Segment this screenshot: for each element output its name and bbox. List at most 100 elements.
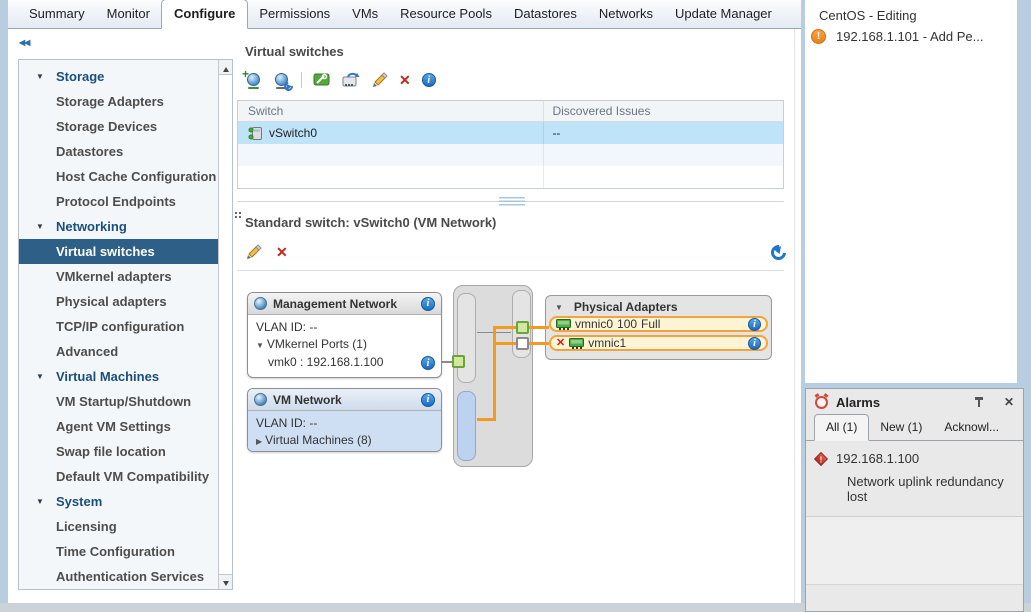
- sidebar-item-host-cache-configuration[interactable]: Host Cache Configuration: [19, 164, 218, 189]
- chevron-down-icon[interactable]: ▼: [256, 341, 264, 350]
- tab-configure[interactable]: Configure: [161, 0, 248, 29]
- sidebar-section-system[interactable]: ▼ System: [19, 489, 218, 514]
- chevron-down-icon: ▼: [36, 364, 44, 389]
- pane-splitter[interactable]: [237, 197, 784, 206]
- sidebar-section-storage[interactable]: ▼ Storage: [19, 64, 218, 89]
- alarm-message: Network uplink redundancy lost: [816, 466, 1013, 504]
- portgroup-title: Management Network: [273, 297, 397, 311]
- sidebar-item-advanced[interactable]: Advanced: [19, 339, 218, 364]
- portgroup-vm-network[interactable]: VM Network i VLAN ID: -- ▶Virtual Machin…: [247, 388, 442, 452]
- vswitch-icon: [248, 126, 263, 141]
- tab-monitor[interactable]: Monitor: [96, 0, 161, 28]
- edit-settings-button[interactable]: [245, 244, 262, 261]
- sidebar-item-agent-vm-settings[interactable]: Agent VM Settings: [19, 414, 218, 439]
- pencil-icon: [245, 244, 262, 261]
- manage-adapters-icon: [313, 72, 331, 88]
- sidebar-item-licensing[interactable]: Licensing: [19, 514, 218, 539]
- info-icon[interactable]: i: [421, 356, 435, 370]
- info-icon[interactable]: i: [421, 393, 435, 407]
- tab-summary[interactable]: Summary: [18, 0, 96, 28]
- sidebar-item-tcpip-configuration[interactable]: TCP/IP configuration: [19, 314, 218, 339]
- alarms-tab-new[interactable]: New (1): [869, 415, 933, 440]
- adapter-vmnic1[interactable]: ✕ vmnic1 i: [549, 335, 768, 351]
- delete-icon: ✕: [399, 73, 411, 87]
- tab-networks[interactable]: Networks: [588, 0, 664, 28]
- chevron-right-icon[interactable]: ▶: [256, 437, 262, 446]
- main-window: Summary Monitor Configure Permissions VM…: [8, 0, 801, 603]
- alarms-tab-all[interactable]: All (1): [814, 414, 869, 441]
- tab-vms[interactable]: VMs: [341, 0, 389, 28]
- sidebar: ▼ Storage Storage Adapters Storage Devic…: [18, 59, 233, 590]
- physical-adapters-box: ▼ Physical Adapters vmnic0 100 Full i ✕: [545, 295, 772, 360]
- trunk-mgmt-segment: [457, 293, 476, 383]
- wip-item-centos-editing[interactable]: CentOS - Editing: [819, 8, 917, 23]
- tab-datastores[interactable]: Datastores: [503, 0, 588, 28]
- manage-physical-adapters-button[interactable]: [313, 72, 331, 88]
- sidebar-section-networking[interactable]: ▼ Networking: [19, 214, 218, 239]
- splitter-grip-icon[interactable]: [499, 197, 525, 206]
- tab-resource-pools[interactable]: Resource Pools: [389, 0, 503, 28]
- remove-button[interactable]: ✕: [276, 245, 288, 259]
- sidebar-item-default-vm-compatibility[interactable]: Default VM Compatibility: [19, 464, 218, 489]
- edit-switch-button[interactable]: [371, 72, 388, 89]
- collapse-sidebar-icon[interactable]: ◀◀: [19, 38, 29, 47]
- info-icon[interactable]: i: [748, 318, 761, 331]
- port-green-icon: [452, 355, 465, 368]
- chevron-down-icon: ▼: [36, 489, 44, 514]
- sidebar-item-storage-devices[interactable]: Storage Devices: [19, 114, 218, 139]
- sidebar-item-protocol-endpoints[interactable]: Protocol Endpoints: [19, 189, 218, 214]
- sidebar-item-swap-file-location[interactable]: Swap file location: [19, 439, 218, 464]
- pin-icon[interactable]: [974, 397, 984, 408]
- delete-icon: ✕: [276, 245, 288, 259]
- alarms-header: Alarms ✕: [806, 389, 1023, 415]
- sidebar-item-virtual-switches[interactable]: Virtual switches: [19, 239, 218, 264]
- close-icon[interactable]: ✕: [1004, 395, 1014, 409]
- alarm-entry[interactable]: ! 192.168.1.100 Network uplink redundanc…: [806, 441, 1023, 517]
- column-header-switch[interactable]: Switch: [238, 101, 543, 121]
- adapter-speed: 100: [617, 317, 637, 331]
- sidebar-section-virtual-machines[interactable]: ▼ Virtual Machines: [19, 364, 218, 389]
- info-icon[interactable]: i: [748, 337, 761, 350]
- sidebar-item-time-configuration[interactable]: Time Configuration: [19, 539, 218, 564]
- switch-info-button[interactable]: i: [422, 73, 436, 87]
- refresh-networking-icon: [273, 72, 290, 89]
- table-row-empty[interactable]: [238, 144, 783, 166]
- sidebar-item-physical-adapters[interactable]: Physical adapters: [19, 289, 218, 314]
- nic-icon: [569, 338, 584, 349]
- sidebar-item-authentication-services[interactable]: Authentication Services: [19, 564, 218, 589]
- adapter-vmnic0[interactable]: vmnic0 100 Full i: [549, 316, 768, 332]
- chevron-down-icon[interactable]: ▼: [555, 303, 563, 312]
- refresh-networking-button[interactable]: [273, 72, 290, 89]
- switches-table: Switch Discovered Issues vSwitch0 --: [237, 100, 784, 189]
- migrate-vmkernel-button[interactable]: [342, 72, 360, 88]
- adapter-name: vmnic1: [588, 336, 626, 350]
- scroll-up-button[interactable]: [219, 60, 232, 75]
- table-row-vswitch0[interactable]: vSwitch0 --: [238, 122, 783, 144]
- detail-toolbar: ✕: [245, 241, 786, 263]
- sidebar-item-vm-startup-shutdown[interactable]: VM Startup/Shutdown: [19, 389, 218, 414]
- sidebar-scrollbar[interactable]: [218, 60, 232, 589]
- scroll-down-button[interactable]: [219, 574, 232, 589]
- alarms-title: Alarms: [836, 395, 880, 410]
- adapter-duplex: Full: [641, 317, 660, 331]
- info-icon[interactable]: i: [421, 297, 435, 311]
- link-down-icon: ✕: [556, 338, 565, 349]
- wip-item-add-permission[interactable]: ! 192.168.1.101 - Add Pe...: [811, 29, 983, 44]
- network-globe-icon: [254, 393, 267, 406]
- trunk-vm-segment-selected: [457, 391, 476, 461]
- tab-permissions[interactable]: Permissions: [248, 0, 341, 28]
- refresh-icon[interactable]: [768, 241, 789, 262]
- switch-issues: --: [543, 122, 783, 144]
- sidebar-item-datastores[interactable]: Datastores: [19, 139, 218, 164]
- tab-update-manager[interactable]: Update Manager: [664, 0, 783, 28]
- add-networking-button[interactable]: +: [245, 72, 262, 89]
- portgroup-management-network[interactable]: Management Network i VLAN ID: -- ▼VMkern…: [247, 292, 442, 378]
- vmkernel-ports-label: VMkernel Ports (1): [267, 337, 367, 351]
- table-header-row[interactable]: Switch Discovered Issues: [238, 101, 783, 122]
- table-row-empty[interactable]: [238, 166, 783, 188]
- alarms-tab-acknowledged[interactable]: Acknowl...: [933, 415, 1010, 440]
- column-header-discovered-issues[interactable]: Discovered Issues: [543, 101, 783, 121]
- sidebar-item-storage-adapters[interactable]: Storage Adapters: [19, 89, 218, 114]
- sidebar-item-vmkernel-adapters[interactable]: VMkernel adapters: [19, 264, 218, 289]
- remove-switch-button[interactable]: ✕: [399, 73, 411, 87]
